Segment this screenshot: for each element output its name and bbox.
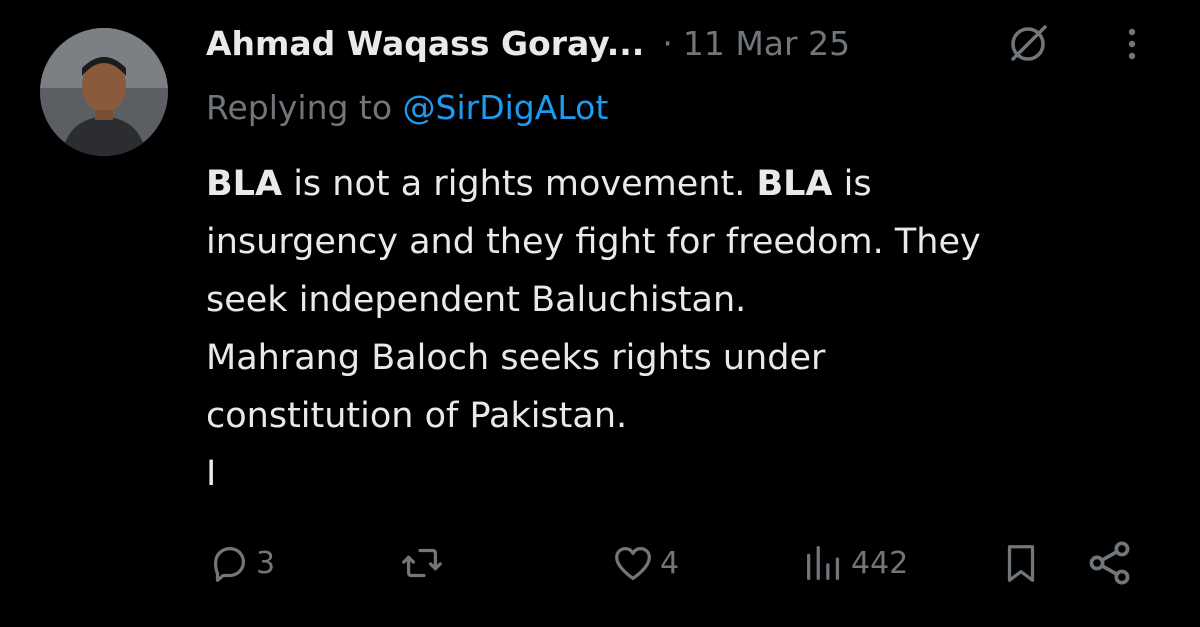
repost-icon (402, 548, 442, 578)
tweet-header: Ahmad Waqass Goray... · 11 Mar 25 (206, 22, 1166, 66)
repost-button[interactable] (399, 533, 449, 593)
more-vertical-icon[interactable] (1120, 22, 1144, 66)
display-name[interactable]: Ahmad Waqass Goray... (206, 22, 644, 66)
views-count: 442 (851, 545, 909, 581)
views-icon (807, 546, 840, 580)
reply-button[interactable]: 3 (206, 533, 275, 593)
reply-handle-link[interactable]: @SirDigALot (403, 88, 609, 127)
share-icon (1089, 541, 1130, 585)
views-button[interactable]: 442 (801, 533, 908, 593)
like-button[interactable]: 4 (610, 533, 679, 593)
bookmark-icon (1007, 545, 1035, 582)
replying-to-label: Replying to (206, 88, 393, 127)
profile-photo (40, 28, 168, 156)
tweet-line: constitution of Pakistan. (206, 396, 628, 436)
replying-to: Replying to @SirDigALot (206, 86, 608, 130)
tweet-line: seek independent Baluchistan. (206, 280, 747, 320)
tweet-text-span: is (832, 164, 872, 204)
bold-text: BLA (756, 164, 833, 204)
tweet-text-span: is not a rights movement. (282, 164, 757, 204)
tweet-line: insurgency and they fight for freedom. T… (206, 222, 981, 262)
grok-icon[interactable] (1006, 22, 1050, 66)
tweet-line: I (206, 454, 217, 494)
bold-text: BLA (206, 164, 283, 204)
reply-icon (213, 546, 246, 582)
avatar[interactable] (40, 28, 168, 156)
tweet-text: BLA is not a rights movement. BLA is ins… (206, 155, 1166, 503)
tweet-line: Mahrang Baloch seeks rights under (206, 338, 826, 378)
reply-count: 3 (256, 545, 276, 581)
share-button[interactable] (1084, 533, 1136, 593)
action-bar: 3 4 442 (206, 533, 1166, 593)
like-count: 4 (660, 545, 680, 581)
timestamp[interactable]: 11 Mar 25 (683, 22, 850, 66)
tweet-line: BLA is not a rights movement. BLA is (206, 155, 1166, 213)
like-icon (615, 546, 651, 580)
bookmark-button[interactable] (998, 533, 1044, 593)
separator-dot: · (662, 24, 673, 63)
